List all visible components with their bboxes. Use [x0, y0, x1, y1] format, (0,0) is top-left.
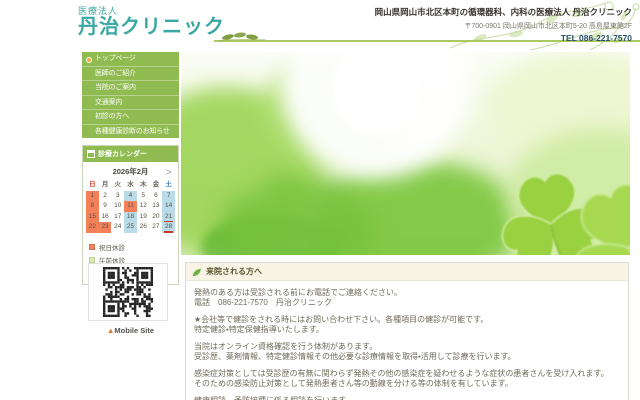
calendar-day[interactable]: 15 — [86, 211, 99, 222]
calendar-day[interactable]: 18 — [124, 211, 137, 222]
calendar-icon — [87, 150, 95, 158]
sidebar-item-first-visit[interactable]: 初診の方へ — [82, 109, 179, 124]
sidebar-item-label: トップページ — [95, 55, 136, 62]
notice-paragraph: 感染症対策としては受診歴の有無に関わらず発熱その他の感染症を疑わせるような症状の… — [194, 369, 609, 388]
sidebar-item-clinic-guide[interactable]: 当院のご案内 — [82, 80, 179, 95]
calendar-day[interactable]: 5 — [137, 191, 150, 202]
calendar-day[interactable]: 11 — [124, 201, 137, 212]
calendar-title: 診療カレンダー — [98, 151, 147, 158]
sidebar-item-label: 当院のご案内 — [95, 84, 136, 91]
calendar-day[interactable]: 2 — [99, 191, 112, 202]
calendar-day[interactable]: 13 — [150, 201, 163, 212]
calendar-day[interactable]: 24 — [111, 222, 124, 233]
am-closed-swatch — [89, 256, 95, 263]
calendar-day[interactable]: 12 — [137, 201, 150, 212]
sidebar-menu: トップページ 医師のご紹介 当院のご案内 交通案内 初診の方へ 各種健康診断のお… — [82, 52, 179, 138]
clover-photo-image — [181, 52, 630, 255]
legend-item: 祝日休診 — [89, 242, 172, 252]
calendar-day-header: 金 — [152, 181, 160, 188]
header-contact-block: 岡山県岡山市北区本町の循環器科、内科の医療法人 丹治クリニック 〒700-090… — [375, 6, 632, 43]
site-logo[interactable]: 医療法人 丹治クリニック — [78, 4, 225, 38]
calendar-day-header: 火 — [114, 181, 122, 188]
calendar-day[interactable]: 21 — [162, 211, 175, 222]
notice-paragraph: 健康相談、予防接種に係る相談を行います。 — [194, 396, 620, 400]
mobile-site-label: ▲Mobile Site — [106, 326, 155, 335]
calendar-day[interactable]: 3 — [111, 191, 124, 202]
calendar-day-header: 日 — [89, 181, 96, 188]
calendar-day[interactable]: 1 — [86, 190, 99, 201]
notice-body: 発熱のある方は受診される前にお電話でご連絡ください。 電話 086-221-757… — [186, 281, 628, 400]
sidebar-item-health-checkup[interactable]: 各種健康診断のお知らせ — [82, 123, 179, 139]
calendar-header: 診療カレンダー — [83, 146, 178, 162]
notice-paragraph: 当院はオンライン資格確認を行う体制があります。 受診歴、薬剤情報、特定健診情報その… — [194, 342, 516, 361]
calendar-day[interactable]: 16 — [99, 212, 112, 223]
sidebar-item-access[interactable]: 交通案内 — [82, 94, 179, 110]
legend-label: 祝日休診 — [99, 244, 125, 252]
qr-code — [103, 267, 153, 317]
calendar-day-header: 月 — [101, 181, 109, 188]
notice-header: 来院される方へ — [186, 263, 628, 281]
calendar-day[interactable]: 14 — [162, 201, 175, 212]
calendar-day[interactable]: 17 — [111, 212, 124, 223]
clinic-homepage: 医療法人 丹治クリニック 岡山県岡山市北区本町の循環器科、内科の医療法人 丹治ク… — [0, 0, 640, 400]
calendar-month-label: 2026年2月 — [112, 167, 149, 176]
clover-photo — [181, 52, 630, 255]
calendar-day[interactable]: 27 — [150, 222, 163, 233]
calendar-day[interactable]: 25 — [124, 222, 137, 233]
sidebar-item-label: 初診の方へ — [95, 113, 129, 120]
clinic-address: 〒700-0901 岡山県岡山市北区本町5-20 高島屋東館2F — [464, 23, 632, 30]
calendar-day[interactable]: 7 — [162, 190, 175, 201]
calendar-day[interactable]: 6 — [150, 191, 163, 202]
leaf-sprig-icon — [217, 32, 267, 42]
calendar-day[interactable]: 23 — [98, 222, 112, 233]
calendar-day[interactable]: 19 — [137, 212, 150, 223]
home-icon — [86, 56, 92, 63]
calendar-day-header: 木 — [139, 181, 147, 188]
visitor-notice-panel: 来院される方へ 発熱のある方は受診される前にお電話でご連絡ください。 電話 086… — [185, 262, 629, 400]
calendar-month-row: 2026年2月 ＞ — [83, 162, 178, 179]
calendar-day-header: 水 — [127, 181, 134, 188]
sidebar-item-doctors[interactable]: 医師のご紹介 — [82, 65, 179, 81]
sidebar-item-label: 交通案内 — [95, 98, 123, 106]
calendar-day[interactable]: 28 — [162, 222, 175, 233]
sidebar-item-label: 各種健康診断のお知らせ — [95, 127, 170, 135]
notice-paragraph: 発熱のある方は受診される前にお電話でご連絡ください。 電話 086-221-757… — [194, 288, 402, 307]
sidebar-item-label: 医師のご紹介 — [95, 69, 136, 77]
calendar-day[interactable]: 10 — [111, 201, 124, 212]
leaf-icon — [192, 268, 201, 276]
clinic-tagline: 岡山県岡山市北区本町の循環器科、内科の医療法人 丹治クリニック — [374, 7, 632, 17]
calendar-day[interactable]: 4 — [124, 190, 137, 201]
calendar-day[interactable]: 8 — [86, 201, 99, 212]
holiday-swatch — [89, 243, 95, 250]
logo-clinic-name: 丹治クリニック — [78, 16, 225, 38]
qr-code-box — [88, 263, 168, 321]
calendar-day[interactable]: 9 — [99, 201, 112, 212]
calendar-day[interactable]: 22 — [86, 222, 99, 233]
calendar-next-button[interactable]: ＞ — [166, 166, 173, 176]
sidebar-item-top[interactable]: トップページ — [82, 52, 179, 66]
calendar-day-header: 土 — [165, 181, 172, 188]
calendar-grid: 日月火水木金土 1 2 3 4 5 6 7 8 9 10 11 12 13 14 15 16 17 18 19 20 21… — [83, 179, 178, 235]
notice-paragraph: ★会社等で健診をされる時にはお問い合わせ下さい。各種項目の健診が可能です。 特定健… — [194, 315, 489, 334]
clinic-phone: TEL 086-221-7570 — [560, 33, 632, 43]
calendar-day[interactable]: 20 — [150, 212, 163, 223]
calendar-day[interactable]: 26 — [137, 222, 150, 233]
notice-title: 来院される方へ — [206, 267, 262, 276]
